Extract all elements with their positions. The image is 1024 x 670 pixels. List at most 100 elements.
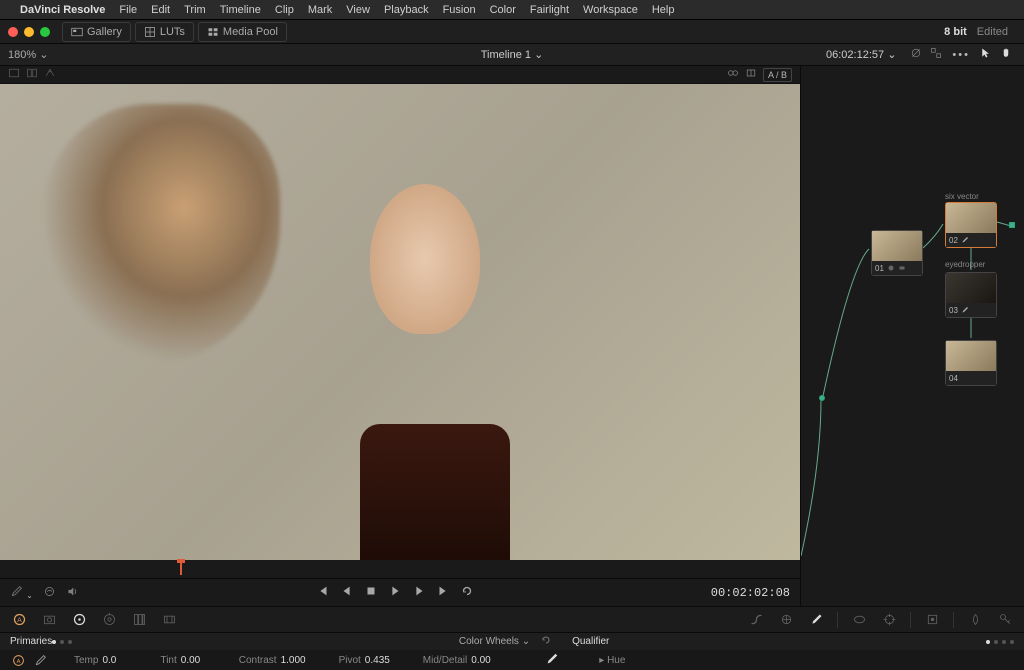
close-window-button[interactable]: [8, 27, 18, 37]
loop-button[interactable]: [460, 584, 474, 601]
qualifier-tab-label[interactable]: Qualifier: [572, 636, 609, 647]
node-graph-panel[interactable]: six vector eyedropper 01 02 03 04: [800, 66, 1024, 606]
motion-effects-icon[interactable]: [160, 611, 178, 629]
menu-playback[interactable]: Playback: [384, 4, 429, 16]
split-screen-icon[interactable]: [26, 67, 38, 82]
menu-view[interactable]: View: [346, 4, 370, 16]
luts-button[interactable]: LUTs: [135, 22, 194, 42]
param-contrast[interactable]: Contrast1.000: [239, 655, 313, 666]
gallery-label: Gallery: [87, 26, 122, 38]
menu-trim[interactable]: Trim: [184, 4, 206, 16]
param-pivot[interactable]: Pivot0.435: [339, 655, 397, 666]
blur-icon[interactable]: [966, 611, 984, 629]
stop-button[interactable]: [364, 584, 378, 601]
node-02[interactable]: 02: [945, 202, 997, 248]
node-04[interactable]: 04: [945, 340, 997, 386]
viewer-options-menu[interactable]: •••: [952, 49, 970, 61]
highlight-icon[interactable]: [44, 67, 56, 82]
eyedropper-icon: [961, 236, 969, 244]
menu-workspace[interactable]: Workspace: [583, 4, 638, 16]
ab-compare-toggle[interactable]: A / B: [763, 68, 792, 82]
macos-menubar: DaVinci Resolve File Edit Trim Timeline …: [0, 0, 1024, 20]
image-wipe-icon[interactable]: [8, 67, 20, 82]
mediapool-label: Media Pool: [223, 26, 278, 38]
svg-text:A: A: [16, 658, 20, 664]
wipe-style-icon[interactable]: [745, 67, 757, 82]
chevron-down-icon: ⌄: [39, 49, 48, 61]
curves-icon[interactable]: [747, 611, 765, 629]
play-button[interactable]: [388, 584, 402, 601]
curves-palette-icon[interactable]: A: [10, 611, 28, 629]
color-warper-icon[interactable]: [777, 611, 795, 629]
param-temp[interactable]: Temp0.0: [74, 655, 134, 666]
timeline-name-dropdown[interactable]: Timeline 1 ⌄: [481, 48, 544, 61]
rgb-mixer-icon[interactable]: [130, 611, 148, 629]
menu-fusion[interactable]: Fusion: [443, 4, 476, 16]
primaries-tab-label[interactable]: Primaries: [10, 636, 52, 647]
mini-timeline[interactable]: [0, 560, 800, 578]
playhead[interactable]: [180, 563, 182, 575]
qualifier-icon[interactable]: [807, 611, 825, 629]
viewer-canvas[interactable]: [0, 84, 800, 560]
palette-toolbar: A: [0, 606, 1024, 632]
master-timecode[interactable]: 06:02:12:57 ⌄: [826, 48, 896, 61]
expand-viewer-icon[interactable]: [930, 47, 942, 62]
unmix-icon[interactable]: [727, 67, 739, 82]
param-middetail[interactable]: Mid/Detail0.00: [423, 655, 503, 666]
bypass-grades-icon[interactable]: [910, 47, 922, 62]
app-name[interactable]: DaVinci Resolve: [20, 4, 105, 16]
node-03[interactable]: 03: [945, 272, 997, 318]
zoom-dropdown[interactable]: 180% ⌄: [8, 48, 48, 61]
hand-icon[interactable]: [1000, 47, 1012, 62]
cursor-icon[interactable]: [980, 47, 992, 62]
node-thumbnail: [946, 341, 996, 371]
menu-file[interactable]: File: [119, 4, 137, 16]
graph-input-dot[interactable]: [819, 395, 825, 401]
next-frame-button[interactable]: [412, 584, 426, 601]
reference-wipe-icon[interactable]: [43, 585, 56, 601]
mute-icon[interactable]: [66, 585, 79, 601]
foreground-person-right: [300, 164, 580, 560]
qualifier-page-dots[interactable]: [986, 640, 1014, 644]
menu-edit[interactable]: Edit: [151, 4, 170, 16]
menu-mark[interactable]: Mark: [308, 4, 332, 16]
node-thumbnail: [946, 273, 996, 303]
menu-help[interactable]: Help: [652, 4, 675, 16]
prev-frame-button[interactable]: [340, 584, 354, 601]
eyedropper-icon[interactable]: ⌄: [10, 585, 33, 601]
node-thumbnail: [946, 203, 996, 233]
node-number: 03: [949, 306, 958, 315]
menu-clip[interactable]: Clip: [275, 4, 294, 16]
graph-output-dot[interactable]: [1009, 222, 1015, 228]
tracking-icon[interactable]: [880, 611, 898, 629]
color-wheels-icon[interactable]: [70, 611, 88, 629]
magic-mask-icon[interactable]: [923, 611, 941, 629]
first-frame-button[interactable]: [316, 584, 330, 601]
menu-fairlight[interactable]: Fairlight: [530, 4, 569, 16]
qualifier-hue-label[interactable]: Hue: [607, 655, 625, 666]
last-frame-button[interactable]: [436, 584, 450, 601]
param-tint[interactable]: Tint0.00: [160, 655, 212, 666]
zoom-window-button[interactable]: [40, 27, 50, 37]
menu-timeline[interactable]: Timeline: [220, 4, 261, 16]
camera-raw-icon[interactable]: [40, 611, 58, 629]
gallery-button[interactable]: Gallery: [62, 22, 131, 42]
luts-label: LUTs: [160, 26, 185, 38]
minimize-window-button[interactable]: [24, 27, 34, 37]
key-icon[interactable]: [996, 611, 1014, 629]
mediapool-icon: [207, 26, 219, 38]
primaries-mode-select[interactable]: Color Wheels ⌄: [459, 636, 530, 647]
viewer-subheader: A / B: [0, 66, 800, 84]
reset-icon[interactable]: [540, 634, 552, 649]
primaries-page-dots[interactable]: [52, 640, 72, 644]
node-number: 01: [875, 264, 884, 273]
hdr-wheels-icon[interactable]: [100, 611, 118, 629]
playhead-timecode[interactable]: 00:02:02:08: [711, 586, 790, 600]
chevron-down-icon: ⌄: [534, 49, 543, 61]
window-icon[interactable]: [850, 611, 868, 629]
menu-color[interactable]: Color: [490, 4, 516, 16]
foreground-person-left: [40, 104, 280, 364]
node-01[interactable]: 01: [871, 230, 923, 276]
luts-icon: [144, 26, 156, 38]
mediapool-button[interactable]: Media Pool: [198, 22, 287, 42]
